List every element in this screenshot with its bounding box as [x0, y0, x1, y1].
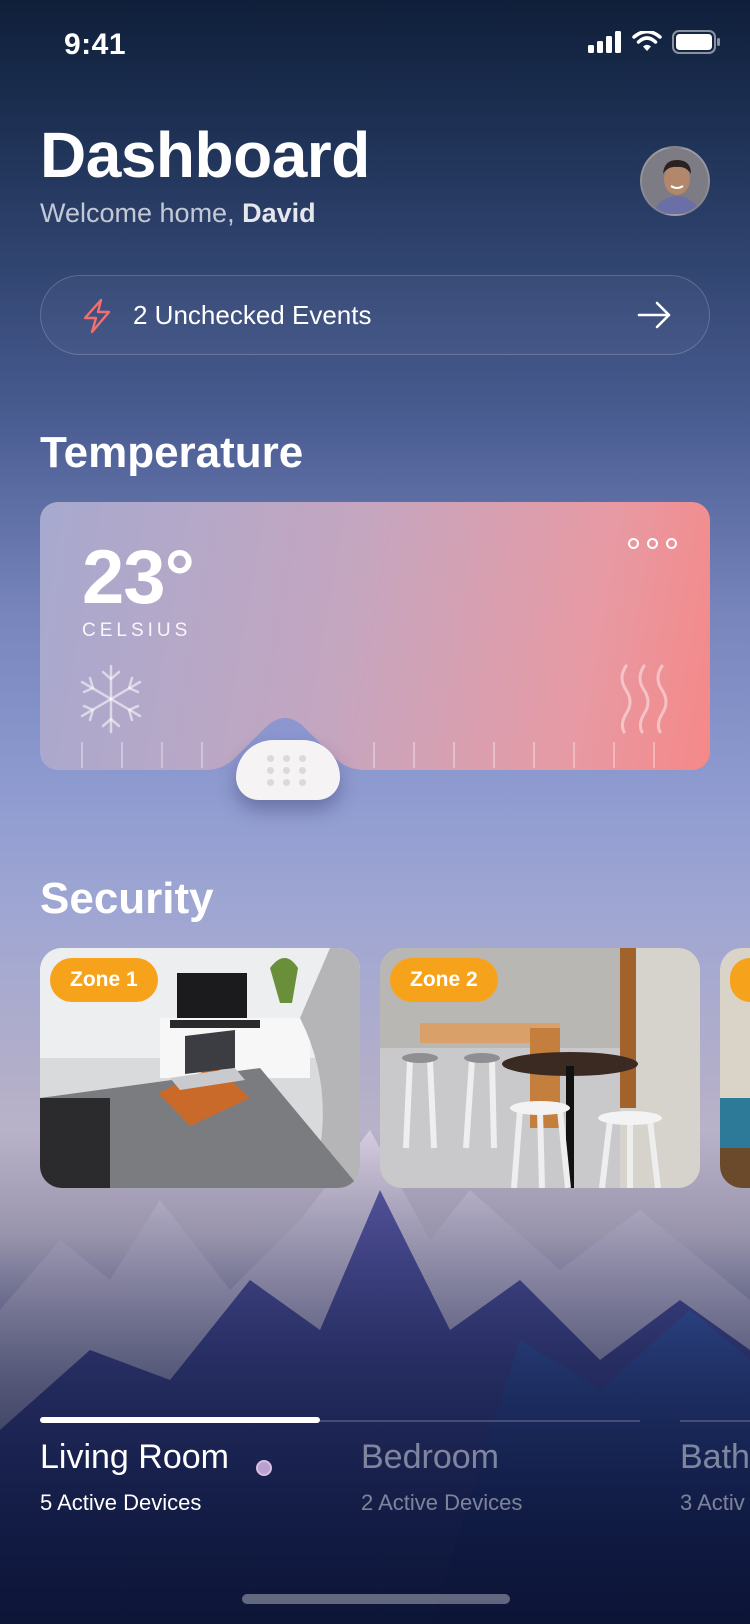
tab-divider	[320, 1420, 640, 1422]
zone-2-badge: Zone 2	[390, 958, 498, 1002]
zone-card-3-partial[interactable]	[720, 948, 750, 1188]
battery-icon	[672, 30, 720, 54]
signal-icon	[588, 31, 621, 53]
welcome-prefix: Welcome home,	[40, 198, 235, 228]
tab-bath-devices: 3 Activ	[680, 1490, 745, 1515]
tab-living-room[interactable]: Living Room	[40, 1438, 229, 1477]
avatar-portrait	[642, 148, 708, 214]
temperature-slider-handle[interactable]	[236, 740, 340, 800]
tab-bedroom-devices: 2 Active Devices	[361, 1490, 523, 1515]
temperature-heading: Temperature	[40, 428, 304, 477]
wifi-icon	[632, 31, 662, 51]
temperature-scale	[81, 742, 655, 768]
tab-bath-partial[interactable]: Bath 3 Activ	[680, 1430, 750, 1520]
user-name: David	[242, 198, 316, 228]
temperature-value: 23°	[82, 535, 195, 620]
zone-1-badge: Zone 1	[50, 958, 158, 1002]
tab-living-room-devices: 5 Active Devices	[40, 1490, 202, 1515]
events-label: 2 Unchecked Events	[133, 300, 372, 330]
status-icons	[588, 30, 720, 54]
active-dot-icon	[256, 1460, 272, 1476]
zone-card-2[interactable]: Zone 2	[380, 948, 700, 1188]
mountain-background	[0, 1130, 750, 1624]
home-indicator[interactable]	[242, 1594, 510, 1604]
security-heading: Security	[40, 874, 214, 923]
avatar[interactable]	[640, 146, 710, 216]
active-tab-indicator	[40, 1417, 320, 1423]
more-icon[interactable]	[628, 538, 677, 549]
welcome-text: Welcome home, David	[40, 198, 316, 229]
lightning-icon	[83, 298, 111, 334]
zone-card-1[interactable]: Zone 1	[40, 948, 360, 1188]
tab-bedroom[interactable]: Bedroom	[361, 1438, 499, 1477]
tab-divider	[680, 1420, 750, 1422]
temperature-unit: CELSIUS	[82, 620, 192, 641]
status-time: 9:41	[64, 28, 127, 61]
tab-bath: Bath	[680, 1438, 750, 1476]
arrow-right-icon	[637, 301, 671, 329]
heat-waves-icon[interactable]	[614, 664, 674, 734]
snowflake-icon[interactable]	[76, 664, 146, 734]
unchecked-events-button[interactable]: 2 Unchecked Events	[40, 275, 710, 355]
page-title: Dashboard	[40, 119, 370, 191]
